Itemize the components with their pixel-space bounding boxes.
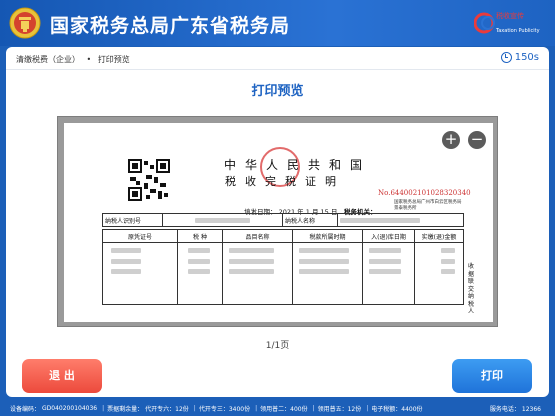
column-header: 入(退)库日期: [362, 229, 415, 243]
divider: [6, 69, 549, 70]
certificate-detail-table: 原凭证号 税 种 品目名称 税款所属时期 入(退)库日期 实缴(退)金额: [102, 229, 464, 305]
print-button[interactable]: 打印: [452, 359, 532, 393]
main-panel: 清缴税费（企业） • 打印预览 150s 打印预览 + − 中华人民共和国 税收…: [6, 47, 549, 397]
page-indicator: 1/1页: [265, 341, 290, 351]
stock-item: 电子税额：4400份: [371, 405, 423, 413]
stock-item: 代开专三：3400份: [198, 405, 251, 413]
service-phone: 服务电话： 12366: [489, 406, 541, 413]
receipt-side-note: 收据联 交纳税人: [468, 263, 475, 315]
breadcrumb-item-settle[interactable]: 清缴税费（企业）: [16, 55, 80, 64]
certificate-table: 纳税人识别号 纳税人名称: [102, 213, 464, 227]
breadcrumb-item-preview: 打印预览: [97, 55, 130, 64]
table-row: 纳税人识别号 纳税人名称: [102, 213, 464, 227]
taxpayer-id-label: 纳税人识别号: [102, 213, 163, 227]
table-row: [102, 242, 464, 305]
column-header: 品目名称: [222, 229, 293, 243]
app-header: 国家税务总局广东省税务局 税收宣传 Taxation Publicity: [0, 0, 555, 46]
device-code-value: GD040200104036: [42, 404, 98, 412]
tax-emblem-icon: [9, 7, 41, 39]
logo-subtext: Taxation Publicity: [496, 28, 540, 34]
issuing-org: 国家税务总局广州市白云区税务局景泰税务所: [394, 200, 462, 211]
taxpayer-id-value: [162, 213, 283, 227]
clock-icon: [500, 52, 512, 63]
qr-code-icon: [128, 159, 170, 201]
zoom-out-button[interactable]: −: [468, 131, 486, 149]
taxpayer-name-label: 纳税人名称: [282, 213, 338, 227]
stock-item: 领用普五：12份: [317, 405, 362, 413]
stock-item: 代开专六：12份: [145, 405, 189, 413]
page-title: 打印预览: [251, 84, 304, 99]
column-header: 税 种: [177, 229, 223, 243]
status-footer: 设备编码： GD040200104036 | 票据剩余量： 代开专六：12份 |…: [10, 404, 541, 414]
column-header: 实缴(退)金额: [414, 229, 464, 243]
exit-button[interactable]: 退 出: [22, 359, 102, 393]
stock-item: 领用普二：400份: [260, 405, 308, 413]
countdown-value: 150s: [514, 52, 539, 63]
certificate-title: 中华人民共和国: [224, 158, 372, 172]
countdown-timer: 150s: [500, 52, 539, 63]
certificate-subtitle: 税收完税证明: [225, 175, 345, 188]
certificate-page: + − 中华人民共和国 税收完税证明 No.644002101028320340…: [64, 123, 493, 322]
taxpayer-name-value: [337, 213, 464, 227]
zoom-in-button[interactable]: +: [442, 131, 460, 149]
print-preview-viewer[interactable]: + − 中华人民共和国 税收完税证明 No.644002101028320340…: [57, 116, 498, 327]
header-title: 国家税务总局广东省税务局: [50, 15, 291, 37]
breadcrumb-separator: •: [86, 55, 92, 64]
column-header: 原凭证号: [102, 229, 178, 243]
breadcrumb: 清缴税费（企业） • 打印预览: [16, 54, 130, 65]
table-header-row: 原凭证号 税 种 品目名称 税款所属时期 入(退)库日期 实缴(退)金额: [102, 229, 464, 243]
certificate-number: No.644002101028320340: [378, 189, 471, 197]
stock-label: 票据剩余量：: [107, 405, 144, 413]
column-header: 税款所属时期: [292, 229, 363, 243]
logo-text: 税收宣传: [496, 12, 524, 20]
device-code-label: 设备编码：: [10, 405, 41, 413]
